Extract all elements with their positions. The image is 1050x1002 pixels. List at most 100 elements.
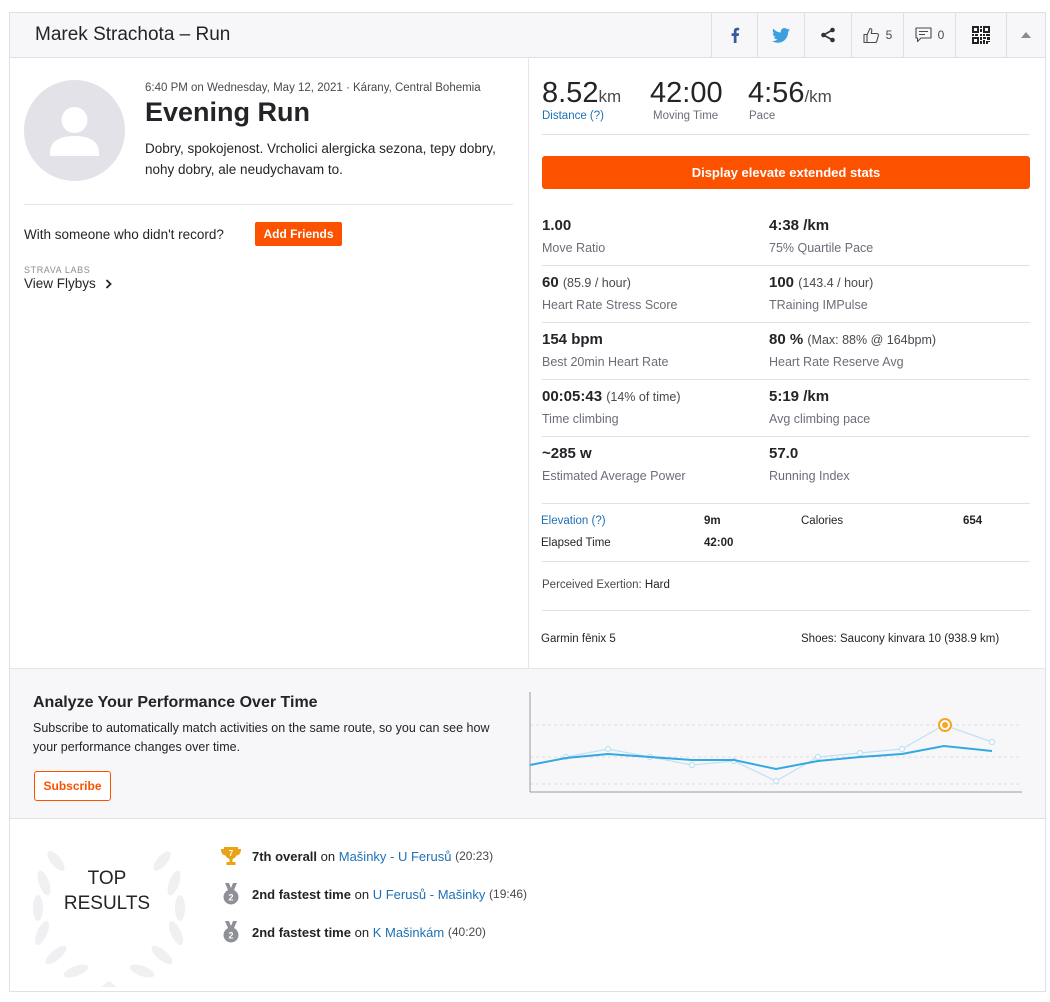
stat-value: 57.0	[769, 445, 799, 462]
divider	[542, 436, 1030, 437]
top-results-heading: TOP RESULTS	[30, 866, 184, 916]
calories-label: Calories	[801, 515, 844, 527]
qr-code-button[interactable]	[955, 13, 1006, 57]
shoes-info: Shoes: Saucony kinvara 10 (938.9 km)	[801, 633, 1000, 645]
perceived-exertion-value: Hard	[644, 579, 670, 591]
divider	[542, 379, 1030, 380]
elevate-extended-stats-button[interactable]: Display elevate extended stats	[542, 156, 1030, 189]
stat-subvalue: (143.4 / hour)	[798, 276, 874, 290]
twitter-share-button[interactable]	[757, 13, 804, 57]
stat-value: 60	[542, 274, 559, 291]
divider	[542, 265, 1030, 266]
result-on: on	[354, 886, 370, 902]
activity-time: 6:40 PM	[145, 82, 188, 94]
moving-time-label: Moving Time	[653, 110, 719, 122]
distance-unit: km	[598, 87, 622, 106]
time-climbing-stat: 00:05:43 (14% of time) Time climbing	[542, 388, 681, 426]
chart-faint-points	[562, 738, 996, 785]
divider	[542, 561, 1030, 562]
result-on: on	[354, 924, 370, 940]
result-on: on	[320, 848, 336, 864]
activity-card: Marek Strachota – Run 5 0 6:40 PM on Wed…	[9, 12, 1046, 992]
chart-faint-line	[565, 724, 993, 782]
add-friends-prompt: With someone who didn't record?	[24, 227, 224, 242]
stat-value: 80 %	[769, 331, 804, 348]
top-result-item: 2 2nd fastest time on K Mašinkám (40:20)	[220, 921, 486, 943]
segment-link[interactable]: K Mašinkám	[373, 925, 445, 940]
comment-icon	[915, 27, 932, 43]
trimp-stat: 100 (143.4 / hour) TRaining IMPulse	[769, 274, 873, 312]
facebook-share-button[interactable]	[711, 13, 757, 57]
elapsed-time-label: Elapsed Time	[541, 537, 611, 549]
distance-value: 8.52	[542, 77, 599, 109]
twitter-icon	[772, 27, 790, 43]
stat-value: 4:38 /km	[769, 217, 830, 234]
performance-preview-chart	[529, 692, 1022, 793]
stat-subvalue: (85.9 / hour)	[562, 276, 631, 290]
running-index-stat: 57.0 Running Index	[769, 445, 850, 483]
collapse-button[interactable]	[1006, 13, 1045, 57]
comments-button[interactable]: 0	[903, 13, 955, 57]
hr-stress-score-stat: 60 (85.9 / hour) Heart Rate Stress Score	[542, 274, 677, 312]
default-avatar-icon	[50, 107, 99, 156]
qr-code-icon	[972, 26, 990, 44]
add-friends-button[interactable]: Add Friends	[255, 222, 342, 246]
analyze-title: Analyze Your Performance Over Time	[33, 694, 318, 711]
share-button[interactable]	[804, 13, 851, 57]
perceived-exertion-label: Perceived Exertion:	[542, 579, 642, 591]
trophy-rank: 7	[229, 849, 234, 858]
comments-count: 0	[937, 28, 945, 42]
facebook-icon	[730, 27, 740, 43]
moving-time-value: 42:00	[650, 77, 723, 109]
activity-location: · Kárany, Central Bohemia	[345, 82, 481, 94]
stat-label: Time climbing	[542, 412, 619, 426]
elevation-value: 9m	[704, 515, 721, 527]
top-result-item: 2 2nd fastest time on U Ferusů - Mašinky…	[220, 883, 527, 905]
medal-icon: 2	[223, 883, 239, 905]
segment-link[interactable]: Mašinky - U Ferusů	[339, 849, 452, 864]
stat-label: Running Index	[769, 469, 850, 483]
view-flybys-link[interactable]: View Flybys	[24, 276, 112, 291]
subscribe-button[interactable]: Subscribe	[34, 771, 111, 801]
estimated-power-stat: ~285 w Estimated Average Power	[542, 445, 686, 483]
stat-label: Best 20min Heart Rate	[542, 355, 669, 369]
result-rank: 2nd fastest time	[252, 886, 351, 902]
pace-stat: 4:56/km Pace	[748, 77, 832, 122]
top-result-item: 7 7th overall on Mašinky - U Ferusů (20:…	[220, 845, 493, 867]
pace-unit: /km	[804, 87, 832, 106]
activity-header: Marek Strachota – Run 5 0	[10, 13, 1045, 58]
chevron-right-icon	[100, 276, 112, 291]
stat-label: Heart Rate Stress Score	[542, 298, 678, 312]
chart-highlight-point	[938, 718, 952, 732]
medal-rank: 2	[228, 931, 233, 941]
hr-reserve-avg-stat: 80 % (Max: 88% @ 164bpm) Heart Rate Rese…	[769, 331, 936, 369]
stat-value: 154 bpm	[542, 331, 603, 348]
stat-value: ~285 w	[542, 445, 592, 462]
analyze-performance-panel: Analyze Your Performance Over Time Subsc…	[10, 668, 1045, 819]
medal-icon: 2	[223, 921, 239, 943]
segment-link[interactable]: U Ferusů - Mašinky	[373, 887, 486, 902]
analyze-text: Subscribe to automatically match activit…	[33, 721, 490, 754]
result-time: (19:46)	[489, 887, 528, 901]
avatar[interactable]	[24, 80, 125, 181]
result-rank: 2nd fastest time	[252, 924, 351, 940]
calories-value: 654	[963, 515, 983, 527]
stat-value: 5:19 /km	[769, 388, 830, 405]
move-ratio-stat: 1.00 Move Ratio	[542, 217, 605, 255]
activity-on: on	[191, 82, 204, 94]
stat-value: 00:05:43	[542, 388, 603, 405]
stat-subvalue: (14% of time)	[606, 390, 681, 404]
kudos-count: 5	[885, 28, 893, 42]
kudos-button[interactable]: 5	[851, 13, 903, 57]
elevation-label[interactable]: Elevation (?)	[541, 515, 606, 527]
stat-value: 1.00	[542, 217, 572, 234]
stat-subvalue: (Max: 88% @ 164bpm)	[807, 333, 937, 347]
stat-label: 75% Quartile Pace	[769, 241, 874, 255]
pace-label: Pace	[749, 110, 776, 122]
stat-label: Move Ratio	[542, 241, 606, 255]
trophy-icon: 7	[221, 847, 241, 865]
perceived-exertion: Perceived Exertion: Hard	[542, 579, 670, 591]
elapsed-time-value: 42:00	[704, 537, 734, 549]
stat-value: 100	[769, 274, 795, 291]
distance-label[interactable]: Distance (?)	[542, 110, 621, 122]
